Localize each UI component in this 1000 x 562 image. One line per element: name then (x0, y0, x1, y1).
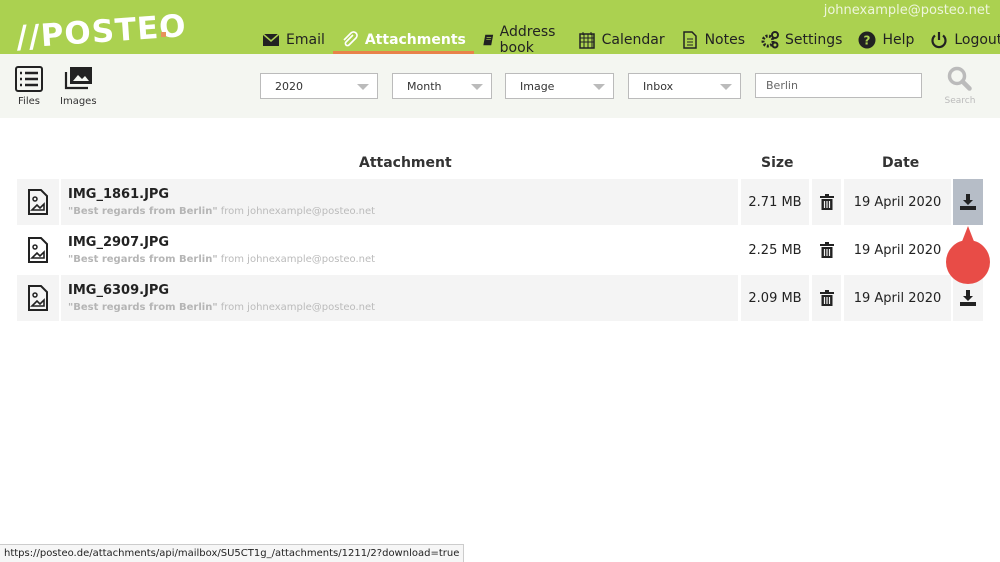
status-bar-url: https://posteo.de/attachments/api/mailbo… (0, 544, 465, 562)
file-name[interactable]: IMG_2907.JPG (68, 235, 169, 250)
period-value: Month (407, 80, 442, 93)
svg-text:?: ? (864, 34, 871, 48)
caret-down-icon (357, 84, 369, 90)
user-email: johnexample@posteo.net (823, 3, 990, 18)
file-size: 2.71 MB (741, 179, 809, 225)
notes-icon (682, 31, 697, 49)
folder-select[interactable]: Inbox (628, 73, 741, 99)
nav-label: Calendar (601, 32, 665, 48)
nav-email[interactable]: Email (254, 27, 333, 53)
search-input[interactable] (755, 73, 922, 98)
image-file-icon (28, 285, 48, 311)
nav-label: Help (882, 32, 915, 48)
files-label: Files (18, 96, 40, 107)
gears-icon (761, 31, 780, 49)
images-icon (64, 67, 92, 90)
search-icon (947, 66, 972, 91)
question-icon: ? (858, 31, 876, 49)
col-date: Date (882, 155, 920, 171)
folder-value: Inbox (643, 80, 674, 93)
file-date: 19 April 2020 (844, 275, 951, 321)
file-source: "Best regards from Berlin" from johnexam… (68, 206, 375, 217)
nav-logout[interactable]: Logout (922, 27, 1000, 53)
paperclip-icon (343, 31, 358, 47)
file-icon-cell (17, 179, 59, 225)
nav-label: Attachments (364, 32, 466, 48)
delete-button[interactable] (812, 275, 841, 321)
nav-attachments[interactable]: Attachments (332, 27, 474, 54)
file-date: 19 April 2020 (844, 227, 951, 273)
file-size: 2.09 MB (741, 275, 809, 321)
nav-notes[interactable]: Notes (673, 27, 753, 53)
delete-button[interactable] (812, 227, 841, 273)
download-icon (960, 290, 976, 306)
attachment-cell[interactable]: IMG_6309.JPG "Best regards from Berlin" … (61, 275, 738, 321)
file-size: 2.25 MB (741, 227, 809, 273)
caret-down-icon (720, 84, 732, 90)
calendar-icon (578, 32, 595, 49)
table-row: IMG_2907.JPG "Best regards from Berlin" … (17, 227, 983, 273)
file-icon-cell (17, 275, 59, 321)
mail-sender: from johnexample@posteo.net (217, 254, 376, 265)
click-indicator (946, 226, 990, 284)
caret-down-icon (593, 84, 605, 90)
mail-subject: "Best regards from Berlin" (68, 206, 218, 217)
type-select[interactable]: Image (505, 73, 614, 99)
nav-label: Settings (785, 32, 843, 48)
attachment-cell[interactable]: IMG_1861.JPG "Best regards from Berlin" … (61, 179, 738, 225)
col-attachment: Attachment (359, 155, 452, 171)
images-label: Images (60, 96, 97, 107)
type-value: Image (520, 80, 555, 93)
nav-calendar[interactable]: Calendar (570, 27, 673, 53)
download-icon (960, 194, 976, 210)
files-button[interactable]: Files (14, 66, 44, 107)
mail-sender: from johnexample@posteo.net (217, 302, 376, 313)
mail-sender: from johnexample@posteo.net (217, 206, 376, 217)
book-icon (483, 34, 494, 46)
table-row: IMG_1861.JPG "Best regards from Berlin" … (17, 179, 983, 225)
nav-label: Logout (954, 32, 1000, 48)
nav-settings[interactable]: Settings (753, 27, 850, 53)
images-button[interactable]: Images (60, 66, 97, 107)
caret-down-icon (471, 84, 483, 90)
trash-icon (819, 194, 834, 210)
year-value: 2020 (275, 80, 303, 93)
nav-address-book[interactable]: Address book (474, 24, 570, 56)
attachment-cell[interactable]: IMG_2907.JPG "Best regards from Berlin" … (61, 227, 738, 273)
trash-icon (819, 290, 834, 306)
power-icon (931, 32, 947, 49)
delete-button[interactable] (812, 179, 841, 225)
nav-label: Address book (499, 24, 556, 56)
logo-dot (161, 32, 166, 37)
nav-label: Email (286, 32, 325, 48)
main-nav: Email Attachments Address book Calendar … (254, 24, 1000, 56)
file-source: "Best regards from Berlin" from johnexam… (68, 254, 375, 265)
search-label: Search (944, 96, 976, 106)
nav-label: Notes (704, 32, 746, 48)
file-icon-cell (17, 227, 59, 273)
file-name[interactable]: IMG_1861.JPG (68, 187, 169, 202)
table-row: IMG_6309.JPG "Best regards from Berlin" … (17, 275, 983, 321)
trash-icon (819, 242, 834, 258)
col-size: Size (761, 155, 794, 171)
mail-subject: "Best regards from Berlin" (68, 302, 218, 313)
nav-help[interactable]: ? Help (850, 27, 922, 53)
envelope-icon (262, 33, 280, 46)
period-select[interactable]: Month (392, 73, 492, 99)
file-name[interactable]: IMG_6309.JPG (68, 283, 169, 298)
year-select[interactable]: 2020 (260, 73, 378, 99)
image-file-icon (28, 237, 48, 263)
file-date: 19 April 2020 (844, 179, 951, 225)
image-file-icon (28, 189, 48, 215)
search-button[interactable]: Search (942, 66, 978, 106)
download-button[interactable] (953, 179, 983, 225)
filter-toolbar: Files Images 2020 Month Image Inbox Sear… (0, 54, 1000, 118)
list-icon (15, 66, 43, 92)
mail-subject: "Best regards from Berlin" (68, 254, 218, 265)
file-source: "Best regards from Berlin" from johnexam… (68, 302, 375, 313)
top-header: //POSTEO johnexample@posteo.net Email At… (0, 0, 1000, 56)
